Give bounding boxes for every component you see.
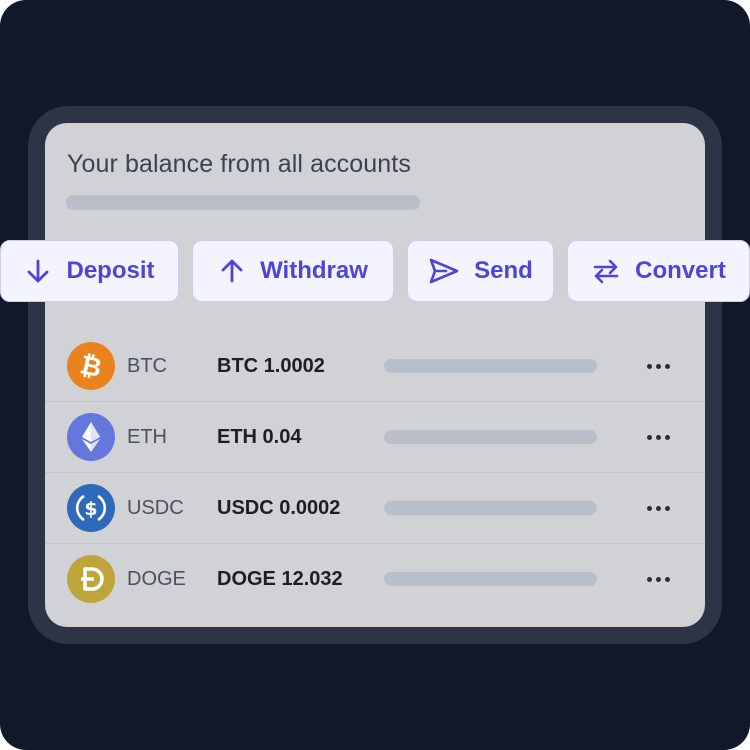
loading-placeholder — [384, 430, 597, 444]
arrow-down-icon — [28, 259, 49, 283]
loading-placeholder — [384, 501, 597, 515]
paper-plane-icon — [429, 258, 459, 284]
account-ticker: BTC — [127, 355, 167, 377]
send-button[interactable]: Send — [407, 240, 554, 302]
withdraw-label: Withdraw — [260, 257, 368, 284]
account-amount: ETH 0.04 — [217, 426, 302, 448]
account-amount: DOGE 12.032 — [217, 568, 343, 590]
more-options-icon[interactable] — [641, 496, 675, 520]
loading-placeholder — [384, 359, 597, 373]
account-ticker: USDC — [127, 497, 184, 519]
bitcoin-icon: ₿ — [67, 342, 115, 390]
convert-button[interactable]: Convert — [567, 240, 750, 302]
background-frame: Your balance from all accounts ₿ BTC BTC… — [0, 0, 750, 750]
deposit-label: Deposit — [66, 257, 155, 284]
convert-label: Convert — [635, 257, 726, 284]
loading-placeholder — [66, 195, 420, 210]
swap-arrows-icon — [593, 259, 619, 284]
svg-text:$: $ — [84, 498, 97, 520]
loading-placeholder — [384, 572, 597, 586]
account-ticker: DOGE — [127, 568, 186, 590]
account-ticker: ETH — [127, 426, 167, 448]
svg-text:₿: ₿ — [77, 350, 104, 384]
dogecoin-icon — [67, 555, 115, 603]
page-title: Your balance from all accounts — [67, 150, 411, 178]
usdc-icon: $ — [67, 484, 115, 532]
withdraw-button[interactable]: Withdraw — [192, 240, 394, 302]
more-options-icon[interactable] — [641, 354, 675, 378]
deposit-button[interactable]: Deposit — [0, 240, 179, 302]
account-row-usdc[interactable]: $ USDC USDC 0.0002 — [45, 473, 705, 544]
balance-card: Your balance from all accounts ₿ BTC BTC… — [45, 123, 705, 627]
account-amount: BTC 1.0002 — [217, 355, 325, 377]
action-bar: Deposit Withdraw Send Convert — [0, 240, 750, 304]
account-amount: USDC 0.0002 — [217, 497, 341, 519]
account-row-doge[interactable]: DOGE DOGE 12.032 — [45, 544, 705, 614]
account-row-btc[interactable]: ₿ BTC BTC 1.0002 — [45, 331, 705, 402]
send-label: Send — [474, 257, 533, 284]
more-options-icon[interactable] — [641, 567, 675, 591]
ethereum-icon — [67, 413, 115, 461]
more-options-icon[interactable] — [641, 425, 675, 449]
account-row-eth[interactable]: ETH ETH 0.04 — [45, 402, 705, 473]
arrow-up-icon — [221, 259, 243, 283]
